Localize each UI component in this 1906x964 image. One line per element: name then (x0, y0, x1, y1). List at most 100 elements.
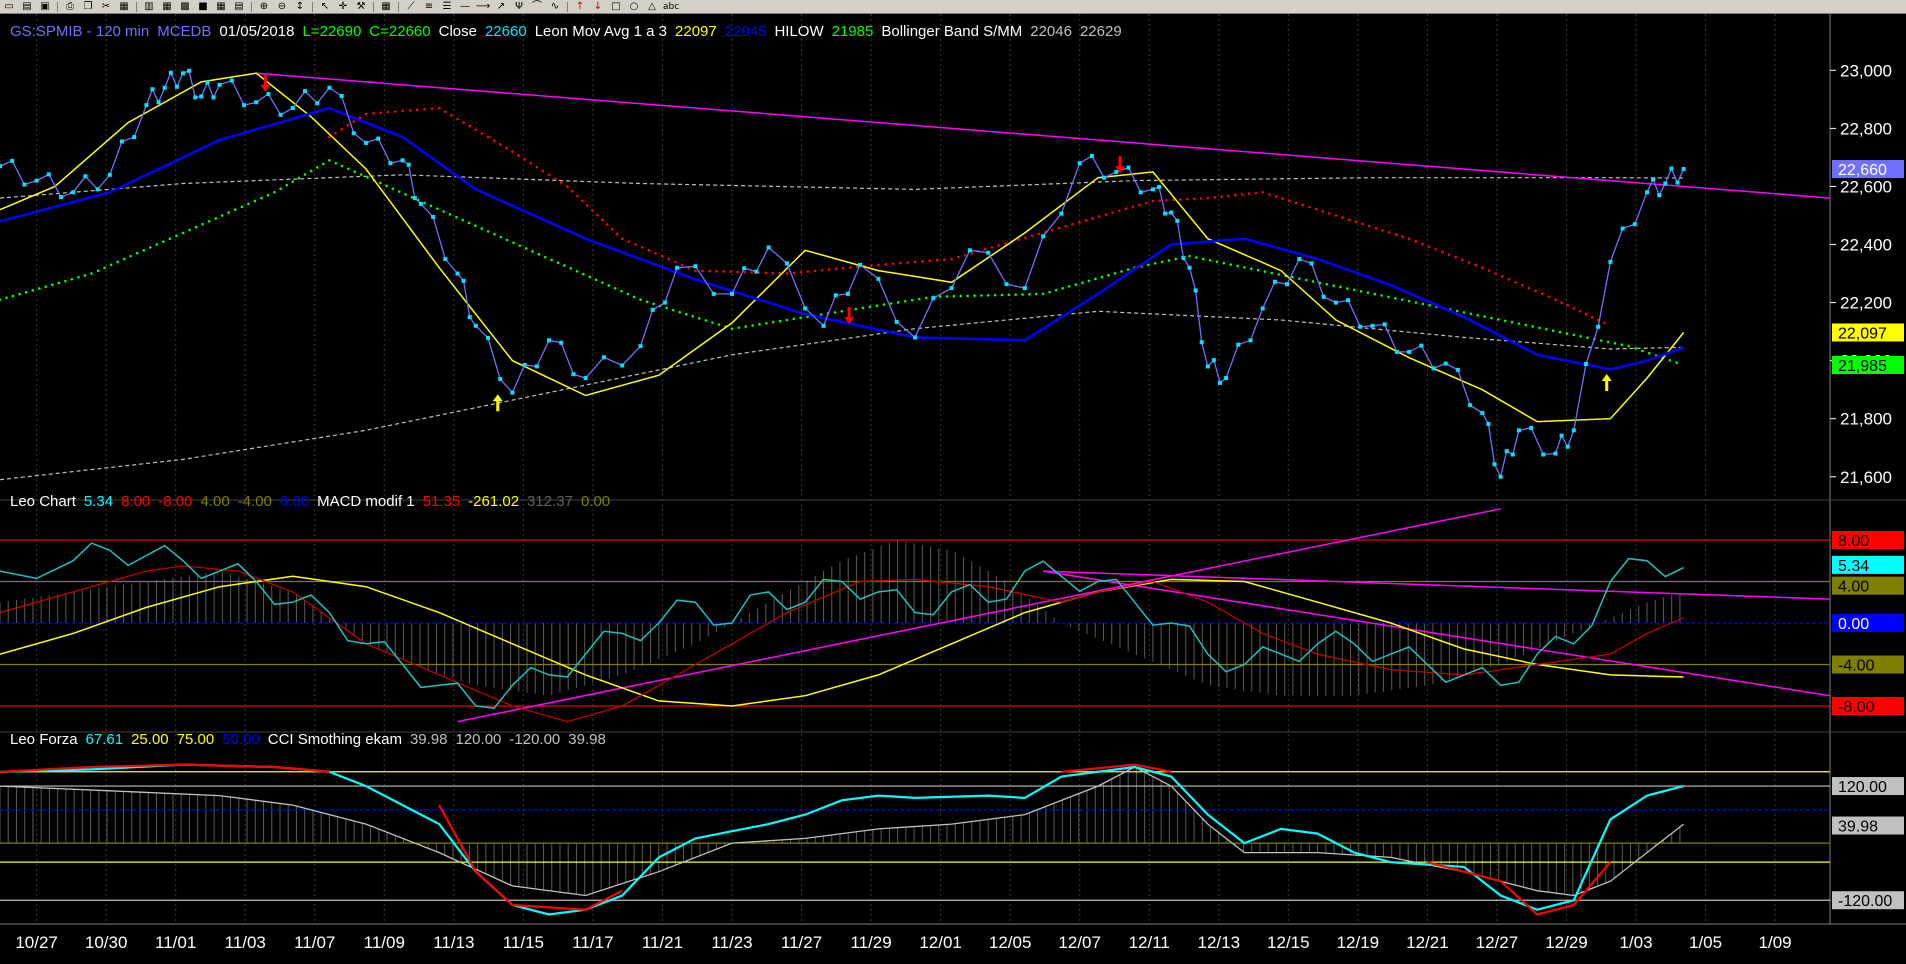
hilow-red-dots-dot (1131, 205, 1135, 209)
hilow-red-dots-dot (1347, 218, 1351, 222)
hilow-red-dots-dot (750, 271, 754, 274)
ray-icon[interactable]: ⟶ (476, 1, 490, 12)
chart-style-icon[interactable]: ▦ (160, 1, 174, 12)
hilow-red-dots-dot (1179, 198, 1182, 201)
hilow-red-dots-dot (957, 255, 960, 259)
toolbar-separator (251, 1, 252, 12)
hilow-red-dots-dot (1220, 195, 1223, 198)
print-icon[interactable]: ⎙ (63, 1, 77, 12)
new-doc-icon[interactable]: ▭ (2, 1, 16, 12)
cut-icon[interactable]: ✂ (99, 1, 113, 12)
zoom-in-icon[interactable]: ⊕ (257, 1, 271, 12)
square-icon[interactable]: □ (609, 1, 623, 12)
pitchfork-icon[interactable]: Ψ (512, 1, 526, 12)
hilow-green-dots-dot (1147, 263, 1150, 267)
arrow-red-down-icon[interactable]: ↓ (591, 1, 605, 12)
arrow-icon[interactable]: ↗ (494, 1, 508, 12)
price-last-value-text: 21,985 (1838, 358, 1887, 375)
hilow-green-dots-dot (1195, 256, 1198, 259)
close-point (107, 172, 112, 177)
close-point (1236, 342, 1241, 347)
hilow-green-dots-dot (50, 283, 54, 287)
hilow-red-dots-dot (456, 117, 459, 121)
text-tool-icon[interactable]: abc (663, 1, 679, 12)
hilow-red-dots-dot (1454, 255, 1457, 259)
circle-icon[interactable]: ○ (627, 1, 641, 12)
triangle-icon[interactable]: △ (645, 1, 659, 12)
legend-entry: 22046 (1030, 23, 1072, 40)
paste-icon[interactable]: ▦ (117, 1, 131, 12)
arrow-red-up-icon[interactable]: ↑ (573, 1, 587, 12)
hilow-red-dots-dot (715, 270, 718, 273)
hilow-green-dots-dot (711, 321, 714, 324)
toolbar-separator (57, 1, 58, 12)
hilow-green-dots-dot (11, 294, 15, 298)
trendline-icon[interactable]: ⟋ (404, 1, 418, 12)
hilow-red-dots-dot (1421, 242, 1424, 246)
black-bg-icon[interactable]: ■ (196, 1, 210, 12)
hilow-green-dots-dot (758, 323, 761, 326)
close-point (583, 376, 588, 381)
arc-icon[interactable]: ⌒ (530, 1, 544, 12)
cursor-icon[interactable]: ↖ (318, 1, 332, 12)
close-point (1297, 257, 1302, 262)
hilow-red-dots-dot (511, 150, 514, 153)
legend-entry: CCI Smothing ekam (268, 731, 402, 748)
hilow-red-dots-dot (1434, 247, 1438, 251)
hilow-green-dots-dot (717, 323, 721, 326)
hilow-green-dots-dot (1014, 293, 1017, 296)
hilow-green-dots-dot (1387, 295, 1390, 299)
close-point (1181, 256, 1186, 261)
close-point (754, 269, 759, 274)
x-tick-label: 12/05 (989, 933, 1032, 952)
hilow-red-dots-dot (660, 254, 664, 258)
hilow-green-dots-dot (771, 320, 775, 324)
hilow-red-dots-dot (505, 146, 508, 150)
cycle-icon[interactable]: ∿ (548, 1, 562, 12)
hilow-green-dots-dot (1476, 313, 1480, 317)
close-point (1541, 452, 1546, 457)
grid-icon[interactable]: ▦ (214, 1, 228, 12)
hilow-red-dots-dot (1084, 219, 1088, 222)
bar-chart-icon[interactable]: ▥ (142, 1, 156, 12)
hammer-icon[interactable]: ⚒ (354, 1, 368, 12)
price-last-value-text: 22,660 (1838, 162, 1887, 179)
close-point (443, 257, 448, 262)
hilow-green-dots-dot (518, 244, 522, 247)
color-icon[interactable]: ▩ (178, 1, 192, 12)
hilow-green-dots-dot (129, 254, 133, 258)
hilow-red-dots-dot (1520, 283, 1524, 287)
hline-icon[interactable]: — (458, 1, 472, 12)
crosshair-icon[interactable]: ✛ (336, 1, 350, 12)
open-folder-icon[interactable]: ▤ (20, 1, 34, 12)
zoom-out-icon[interactable]: ⊖ (275, 1, 289, 12)
hilow-green-dots-dot (96, 269, 100, 272)
close-point (229, 78, 234, 83)
hilow-red-dots-dot (647, 249, 651, 252)
scale-icon[interactable]: ↕ (293, 1, 307, 12)
layout-icon[interactable]: ▤ (232, 1, 246, 12)
close-point (1645, 190, 1649, 195)
hilow-green-dots-dot (122, 257, 126, 261)
hilow-green-dots-dot (889, 302, 893, 305)
hilow-red-dots-dot (1474, 263, 1477, 267)
save-icon[interactable]: ▣ (38, 1, 52, 12)
hilow-green-dots-dot (665, 306, 668, 310)
hilow-red-dots-dot (615, 232, 619, 236)
legend-entry: 22660 (485, 23, 527, 40)
copy-icon[interactable]: ❐ (81, 1, 95, 12)
close-point (1498, 474, 1503, 479)
chart-background (0, 14, 1906, 964)
calculator-icon[interactable]: ▦ (379, 1, 393, 12)
hilow-green-dots-dot (1641, 349, 1644, 353)
hilow-green-dots-dot (291, 180, 295, 183)
hilow-red-dots-dot (674, 260, 677, 264)
hilow-green-dots-dot (135, 251, 139, 255)
hilow-red-dots-dot (523, 158, 526, 161)
close-point (1431, 366, 1436, 371)
channel-icon[interactable]: ≡ (422, 1, 436, 12)
hilow-red-dots-dot (1407, 237, 1411, 241)
y-tick-label: 22,400 (1840, 236, 1892, 255)
hilow-green-dots-dot (671, 308, 675, 312)
fibonacci-icon[interactable]: ☰ (440, 1, 454, 12)
